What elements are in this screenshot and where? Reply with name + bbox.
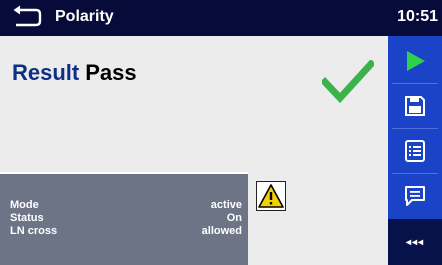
result-value: Pass <box>85 60 137 85</box>
instrument-screen: Polarity 10:51 Result Pass Mode active St… <box>0 0 442 265</box>
param-row-mode[interactable]: Mode active <box>10 199 242 212</box>
header-bar: Polarity 10:51 <box>0 0 442 36</box>
result-label: Result <box>12 60 80 85</box>
comment-button[interactable] <box>388 173 442 219</box>
save-icon <box>405 96 425 116</box>
clock: 10:51 <box>397 8 438 25</box>
param-label: LN cross <box>10 225 58 237</box>
result-line: Result Pass <box>12 60 137 86</box>
check-icon <box>322 60 374 104</box>
save-button[interactable] <box>388 83 442 129</box>
param-value: active <box>210 199 242 211</box>
param-label: Mode <box>10 199 39 211</box>
warning-triangle-icon <box>256 181 286 211</box>
param-label: Status <box>10 212 44 224</box>
parameter-panel: Mode active Status On LN cross allowed <box>0 172 248 265</box>
comment-icon <box>405 186 425 206</box>
more-options-button[interactable]: ◂◂◂ <box>388 219 442 265</box>
result-area: Result Pass Mode active Status On LN cros… <box>0 36 388 265</box>
back-button[interactable] <box>10 4 44 30</box>
param-row-status[interactable]: Status On <box>10 212 242 225</box>
list-icon <box>405 140 425 162</box>
start-test-button[interactable] <box>388 38 442 84</box>
results-list-button[interactable] <box>388 128 442 174</box>
param-value: allowed <box>201 225 242 237</box>
param-row-ln-cross[interactable]: LN cross allowed <box>10 225 242 238</box>
action-sidebar: ◂◂◂ <box>388 36 442 265</box>
play-icon <box>407 51 425 71</box>
back-arrow-icon <box>13 5 42 27</box>
page-title: Polarity <box>55 8 114 25</box>
param-value: On <box>226 212 242 224</box>
